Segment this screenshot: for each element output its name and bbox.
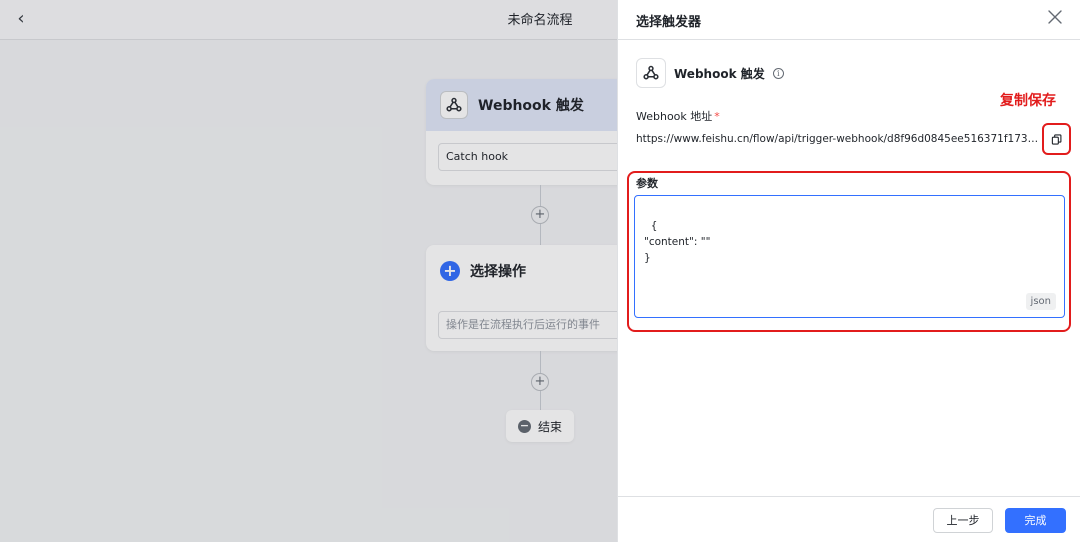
close-icon[interactable]	[1046, 10, 1064, 28]
copy-icon	[1051, 133, 1062, 145]
webhook-icon	[636, 58, 666, 88]
done-button[interactable]: 完成	[1005, 508, 1066, 533]
trigger-name: Webhook 触发	[674, 66, 765, 81]
drawer-header: 选择触发器	[618, 0, 1080, 40]
prev-step-button[interactable]: 上一步	[933, 508, 993, 533]
drawer-title: 选择触发器	[636, 15, 702, 30]
params-editor-content: { "content": "" }	[644, 220, 711, 264]
required-mark: *	[714, 110, 720, 123]
drawer-footer: 上一步 完成	[618, 496, 1080, 542]
modal-overlay[interactable]	[0, 0, 617, 542]
params-editor[interactable]: { "content": "" } json	[634, 195, 1065, 318]
json-format-badge: json	[1025, 293, 1056, 310]
webhook-url: https://www.feishu.cn/flow/api/trigger-w…	[636, 133, 1040, 145]
info-icon[interactable]: i	[772, 67, 784, 79]
copy-button[interactable]	[1042, 123, 1071, 155]
webhook-url-label-text: Webhook 地址	[636, 110, 713, 123]
copy-save-annotation: 复制保存	[1000, 93, 1056, 109]
selected-trigger: Webhook 触发 i	[636, 58, 784, 88]
webhook-url-label: Webhook 地址 *	[636, 108, 720, 124]
